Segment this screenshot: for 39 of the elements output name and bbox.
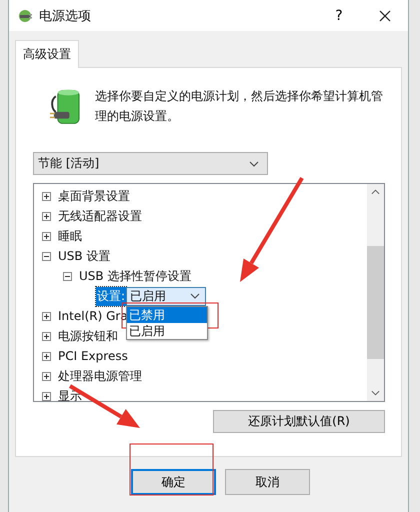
setting-label: 设置: xyxy=(96,286,126,306)
chevron-down-icon xyxy=(190,293,200,299)
expand-icon[interactable] xyxy=(42,392,51,400)
collapse-icon[interactable] xyxy=(63,272,72,280)
chevron-down-icon xyxy=(249,160,259,166)
expand-icon[interactable] xyxy=(42,232,51,240)
tree-item[interactable]: 无线适配器设置 xyxy=(58,208,142,224)
tree-item[interactable]: PCI Express xyxy=(58,349,128,363)
scroll-thumb[interactable] xyxy=(367,246,384,359)
tree-item[interactable]: USB 设置 xyxy=(58,248,110,264)
scrollbar[interactable] xyxy=(367,184,384,401)
help-button[interactable]: ? xyxy=(316,0,362,31)
dropdown-option[interactable]: 已禁用 xyxy=(127,306,208,322)
collapse-icon[interactable] xyxy=(42,252,51,260)
ok-button[interactable]: 确定 xyxy=(131,469,216,495)
tree-item[interactable]: USB 选择性暂停设置 xyxy=(79,268,192,284)
scroll-up-icon[interactable] xyxy=(371,189,380,195)
tree-item[interactable]: 处理器电源管理 xyxy=(58,368,142,384)
expand-icon[interactable] xyxy=(42,332,51,340)
intro-text: 选择你要自定义的电源计划，然后选择你希望计算机管理的电源设置。 xyxy=(94,88,384,125)
restore-defaults-button[interactable]: 还原计划默认值(R) xyxy=(213,410,385,433)
expand-icon[interactable] xyxy=(42,352,51,360)
dropdown-option[interactable]: 已启用 xyxy=(127,322,208,338)
expand-icon[interactable] xyxy=(42,372,51,380)
tree-item[interactable]: 睡眠 xyxy=(58,228,82,244)
setting-dropdown[interactable]: 已启用 xyxy=(126,286,206,306)
cancel-button[interactable]: 取消 xyxy=(225,469,310,495)
tree-item[interactable]: 桌面背景设置 xyxy=(58,188,130,204)
power-plug-icon xyxy=(17,8,33,24)
scroll-down-icon[interactable] xyxy=(371,390,380,396)
expand-icon[interactable] xyxy=(42,212,51,220)
expand-icon[interactable] xyxy=(42,192,51,200)
expand-icon[interactable] xyxy=(42,312,51,320)
tab[interactable]: 高级设置 xyxy=(15,40,79,68)
window-title: 电源选项 xyxy=(39,8,92,24)
plan-dropdown[interactable]: 节能 [活动] xyxy=(33,152,268,175)
close-icon xyxy=(379,10,391,22)
annotation-arrow xyxy=(68,384,140,428)
tree-item[interactable]: 电源按钮和 xyxy=(58,328,118,344)
